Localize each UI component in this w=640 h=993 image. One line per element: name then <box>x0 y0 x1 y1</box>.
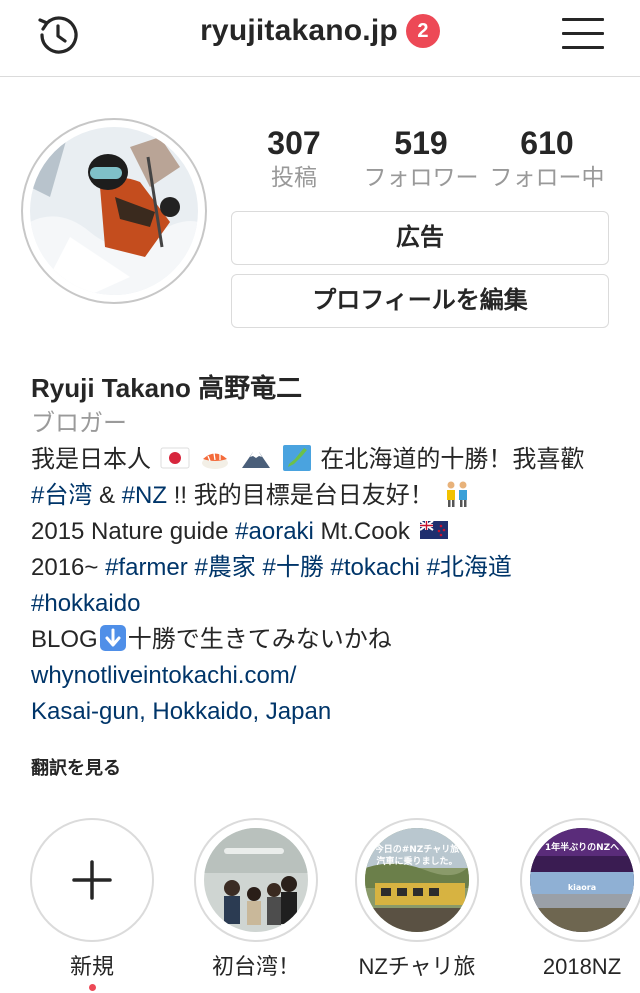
translate-link[interactable]: 翻訳を見る <box>31 754 121 780</box>
hashtag-hokkaido-jp[interactable]: #北海道 <box>427 554 512 581</box>
bio-line-6: BLOG 十勝で生きてみないかね <box>31 622 621 658</box>
bio-line-1: 我是日本人 在北海道的十勝！我喜歡 <box>31 442 621 478</box>
highlight-ring: 今日の#NZチャリ旅 汽車に乗りました。 <box>355 818 479 942</box>
hashtag-farmer[interactable]: #farmer <box>105 554 188 581</box>
posts-label: 投稿 <box>271 164 317 190</box>
highlight-label: 初台湾！ <box>211 954 300 979</box>
highlight-thumbnail: 1年半ぶりのNZへ kiaora <box>530 828 634 932</box>
bio-line-2: #台湾 & #NZ !! 我的目標是台日友好！ <box>31 478 621 514</box>
highlight-2018nz[interactable]: 1年半ぶりのNZへ kiaora 2018NZ <box>517 818 640 980</box>
top-bar: ryujitakano.jp 2 <box>0 0 640 77</box>
bio-text-year: 2016~ <box>31 554 106 581</box>
avatar-photo <box>30 127 198 295</box>
highlight-label: NZチャリ旅 <box>358 954 476 979</box>
hashtag-hokkaido[interactable]: #hokkaido <box>31 590 140 617</box>
hashtag-nz[interactable]: #NZ <box>122 482 167 509</box>
highlight-taiwan[interactable]: 初台湾！ <box>191 818 321 980</box>
profile-bio: Ryuji Takano 高野竜二 ブロガー 我是日本人 在北海道的十勝！我喜歡… <box>31 370 621 730</box>
highlight-label: 新規 <box>69 954 114 979</box>
hashtag-tokachi-jp[interactable]: #十勝 <box>262 554 323 581</box>
following-label: フォロー中 <box>489 164 605 190</box>
highlight-new[interactable]: 新規 <box>27 818 157 991</box>
bio-line-7: whynotliveintokachi.com/ <box>31 658 621 694</box>
hashtag-tokachi[interactable]: #tokachi <box>331 554 420 581</box>
japan-flag-emoji <box>160 447 190 469</box>
bio-line-3: 2015 Nature guide #aoraki Mt.Cook <box>31 514 621 550</box>
map-of-japan-emoji <box>282 445 311 471</box>
bio-ampersand: & <box>92 482 122 509</box>
bio-text-goal: !! 我的目標是台日友好！ <box>167 482 434 509</box>
highlight-thumbnail <box>204 828 308 932</box>
posts-count: 307 <box>267 125 321 161</box>
notification-badge[interactable]: 2 <box>405 14 440 48</box>
hashtag-taiwan[interactable]: #台湾 <box>31 482 92 509</box>
highlight-ring: 1年半ぶりのNZへ kiaora <box>520 818 640 942</box>
bio-line-5: #hokkaido <box>31 586 621 622</box>
username-header[interactable]: ryujitakano.jp 2 <box>0 14 640 54</box>
sushi-emoji <box>202 452 229 469</box>
bio-line-4: 2016~ #farmer #農家 #十勝 #tokachi #北海道 <box>31 550 621 586</box>
highlight-ring <box>30 818 154 942</box>
down-arrow-emoji <box>99 625 126 651</box>
hashtag-nouka[interactable]: #農家 <box>194 554 255 581</box>
people-holding-hands-emoji <box>447 481 468 507</box>
followers-label: フォロワー <box>363 164 479 190</box>
category-label: ブロガー <box>31 410 127 437</box>
highlight-nz-bike-trip[interactable]: 今日の#NZチャリ旅 汽車に乗りました。 NZチャリ旅 <box>352 818 482 980</box>
highlight-label: 2018NZ <box>542 954 622 979</box>
location-link[interactable]: Kasai-gun, Hokkaido, Japan <box>31 698 331 725</box>
bio-text-mtcook: Mt.Cook <box>313 518 410 545</box>
highlight-ring <box>194 818 318 942</box>
bio-line-8: Kasai-gun, Hokkaido, Japan <box>31 694 621 730</box>
stat-posts[interactable]: 307 投稿 <box>229 124 359 192</box>
hamburger-menu-icon[interactable] <box>558 10 610 58</box>
new-indicator-dot <box>88 984 96 991</box>
new-zealand-flag-emoji <box>419 520 448 539</box>
thumb-caption: 今日の#NZチャリ旅 <box>374 843 460 855</box>
following-count: 610 <box>520 125 574 161</box>
bio-text-blog: BLOG <box>31 626 98 653</box>
bio-text-tokachi: 十勝で生きてみないかね <box>127 626 392 653</box>
bio-text-rest: 在北海道的十勝！我喜歡 <box>320 446 585 473</box>
stat-followers[interactable]: 519 フォロワー <box>356 124 486 192</box>
edit-profile-button[interactable]: プロフィールを編集 <box>231 274 609 328</box>
bio-text-guide: 2015 Nature guide <box>31 518 236 545</box>
thumb-caption: 1年半ぶりのNZへ <box>545 841 619 853</box>
thumb-caption-2: 汽車に乗りました。 <box>376 855 457 867</box>
display-name: Ryuji Takano 高野竜二 <box>31 373 303 403</box>
followers-count: 519 <box>394 125 448 161</box>
hashtag-aoraki[interactable]: #aoraki <box>235 518 314 545</box>
thumb-caption-2: kiaora <box>568 883 596 892</box>
stat-following[interactable]: 610 フォロー中 <box>482 124 612 192</box>
plus-icon <box>72 860 112 900</box>
ad-button[interactable]: 広告 <box>231 211 609 265</box>
mount-fuji-emoji <box>242 452 271 468</box>
username-title[interactable]: ryujitakano.jp <box>200 14 398 47</box>
bio-text: 我是日本人 <box>31 446 151 473</box>
profile-avatar[interactable] <box>21 118 207 304</box>
website-link[interactable]: whynotliveintokachi.com/ <box>31 662 296 689</box>
highlight-thumbnail: 今日の#NZチャリ旅 汽車に乗りました。 <box>365 828 469 932</box>
